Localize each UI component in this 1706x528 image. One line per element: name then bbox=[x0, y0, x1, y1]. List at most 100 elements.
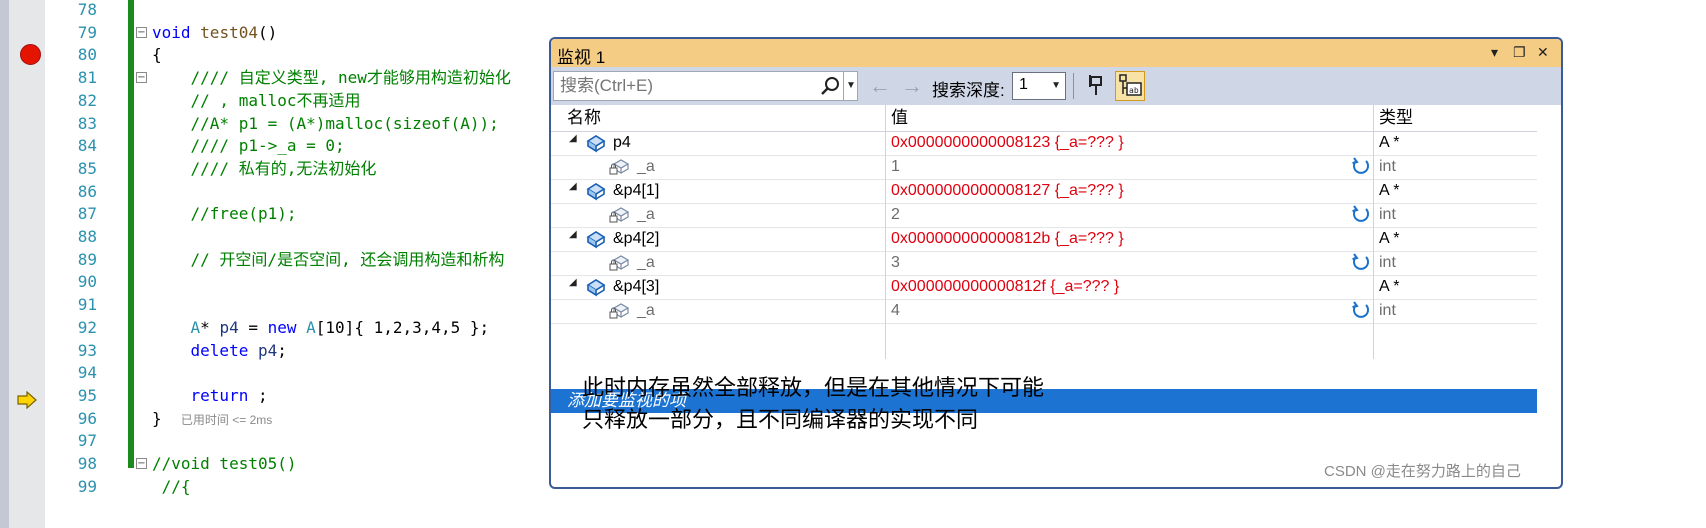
chevron-down-icon: ▼ bbox=[1051, 80, 1061, 91]
watch-name: &p4[1] bbox=[613, 182, 660, 199]
code-token: test04 bbox=[200, 22, 258, 42]
execution-pointer-icon bbox=[17, 391, 37, 409]
watch-type: int bbox=[1379, 302, 1396, 319]
code-text: return ; bbox=[152, 384, 268, 408]
line-number: 90 bbox=[77, 272, 97, 292]
refresh-icon[interactable] bbox=[1351, 253, 1371, 273]
watch-row[interactable]: ◢ p4 0x0000000000008123 {_a=??? } A * bbox=[551, 131, 1537, 156]
code-token: () bbox=[257, 22, 278, 42]
code-token: return bbox=[152, 385, 258, 405]
private-field-icon bbox=[609, 301, 631, 321]
line-number: 82 bbox=[77, 90, 97, 110]
line-number: 97 bbox=[77, 431, 97, 451]
watch-value[interactable]: 1 bbox=[891, 155, 900, 179]
line-number: 81 bbox=[77, 68, 97, 88]
line-number: 94 bbox=[77, 363, 97, 383]
expand-arrow-icon[interactable]: ◢ bbox=[569, 181, 577, 192]
column-divider[interactable] bbox=[1373, 105, 1374, 359]
watch-type: A * bbox=[1379, 230, 1400, 247]
watch-value[interactable]: 4 bbox=[891, 299, 900, 323]
code-text: // 开空间/是否空间, 还会调用构造和析构 bbox=[152, 248, 505, 272]
watch-value[interactable]: 0x0000000000008127 {_a=??? } bbox=[891, 179, 1124, 203]
column-divider[interactable] bbox=[885, 105, 886, 359]
line-number: 96 bbox=[77, 408, 97, 428]
pin-icon[interactable] bbox=[1085, 73, 1107, 99]
glyph-margin[interactable] bbox=[9, 0, 45, 528]
search-dropdown-icon[interactable]: ▼ bbox=[843, 72, 858, 100]
fold-toggle-icon[interactable]: − bbox=[136, 72, 147, 84]
watch-title-bar[interactable]: 监视 1 ▾ ❐ ✕ bbox=[551, 39, 1561, 67]
refresh-icon[interactable] bbox=[1351, 301, 1371, 321]
object-icon bbox=[585, 181, 607, 201]
watch-value[interactable]: 0x000000000000812f {_a=??? } bbox=[891, 275, 1119, 299]
back-arrow-icon[interactable]: ← bbox=[869, 73, 891, 99]
search-depth-select[interactable]: 1 ▼ bbox=[1012, 72, 1066, 100]
code-token: //// p1->_a = 0; bbox=[152, 136, 345, 156]
line-number: 86 bbox=[77, 181, 97, 201]
maximize-icon[interactable]: ❐ bbox=[1513, 44, 1526, 61]
fold-toggle-icon[interactable]: − bbox=[136, 26, 147, 38]
watch-row[interactable]: ◢ &p4[3] 0x000000000000812f {_a=??? } A * bbox=[551, 275, 1537, 300]
code-line[interactable]: 78 bbox=[45, 0, 1705, 22]
table-header: 名称 值 类型 bbox=[551, 105, 1537, 132]
code-token: //// 私有的,无法初始化 bbox=[152, 158, 377, 178]
view-as-text-icon[interactable]: ab bbox=[1115, 71, 1145, 101]
watermark: CSDN @走在努力路上的自己 bbox=[1324, 463, 1521, 480]
toolbar-separator bbox=[1073, 73, 1074, 99]
code-token: //{ bbox=[152, 476, 191, 496]
expand-arrow-icon[interactable]: ◢ bbox=[569, 133, 577, 144]
expand-arrow-icon[interactable]: ◢ bbox=[569, 277, 577, 288]
line-number: 99 bbox=[77, 476, 97, 496]
code-token: void bbox=[152, 22, 201, 42]
search-box[interactable]: ▼ bbox=[553, 71, 858, 101]
watch-row[interactable]: _a 2 int bbox=[551, 203, 1537, 228]
watch-row[interactable]: _a 4 int bbox=[551, 299, 1537, 324]
breakpoint-icon[interactable] bbox=[20, 44, 41, 65]
line-number: 80 bbox=[77, 45, 97, 65]
note-line-2: 只释放一部分，且不同编译器的实现不同 bbox=[582, 408, 979, 433]
search-icon[interactable] bbox=[820, 76, 840, 96]
expand-arrow-icon[interactable]: ◢ bbox=[569, 229, 577, 240]
watch-row[interactable]: ◢ &p4[1] 0x0000000000008127 {_a=??? } A * bbox=[551, 179, 1537, 204]
line-number: 84 bbox=[77, 136, 97, 156]
object-icon bbox=[585, 229, 607, 249]
search-input[interactable] bbox=[558, 74, 817, 98]
line-number: 88 bbox=[77, 227, 97, 246]
refresh-icon[interactable] bbox=[1351, 205, 1371, 225]
watch-value[interactable]: 0x000000000000812b {_a=??? } bbox=[891, 227, 1124, 251]
watch-value[interactable]: 3 bbox=[891, 251, 900, 275]
forward-arrow-icon[interactable]: → bbox=[901, 73, 923, 99]
watch-value[interactable]: 0x0000000000008123 {_a=??? } bbox=[891, 131, 1124, 155]
close-icon[interactable]: ✕ bbox=[1537, 44, 1549, 61]
column-header-type[interactable]: 类型 bbox=[1379, 105, 1413, 131]
code-text: //free(p1); bbox=[152, 202, 297, 226]
code-token: //// 自定义类型, new才能够用构造初始化 bbox=[152, 68, 511, 88]
column-header-value[interactable]: 值 bbox=[891, 105, 908, 131]
code-token: A bbox=[306, 317, 316, 337]
code-token: //free(p1); bbox=[152, 204, 297, 224]
watch-name: _a bbox=[637, 254, 655, 271]
private-field-icon bbox=[609, 157, 631, 177]
watch-row[interactable]: ◢ &p4[2] 0x000000000000812b {_a=??? } A * bbox=[551, 227, 1537, 252]
watch-value[interactable]: 2 bbox=[891, 203, 900, 227]
fold-toggle-icon[interactable]: − bbox=[136, 458, 147, 469]
code-text: //// 私有的,无法初始化 bbox=[152, 157, 377, 181]
code-text: //// 自定义类型, new才能够用构造初始化 bbox=[152, 66, 511, 90]
line-number: 83 bbox=[77, 113, 97, 133]
column-header-name[interactable]: 名称 bbox=[567, 105, 601, 131]
window-menu-icon[interactable]: ▾ bbox=[1491, 44, 1498, 61]
watch-name: _a bbox=[637, 206, 655, 223]
search-depth-label: 搜索深度: bbox=[932, 81, 1005, 100]
refresh-icon[interactable] bbox=[1351, 157, 1371, 177]
code-token: { bbox=[152, 45, 162, 65]
watch-row[interactable]: _a 1 int bbox=[551, 155, 1537, 180]
code-token: p4 bbox=[257, 340, 278, 360]
line-number: 98 bbox=[77, 454, 97, 473]
line-number: 91 bbox=[77, 295, 97, 315]
code-token: new bbox=[267, 317, 307, 337]
watch-type: int bbox=[1379, 206, 1396, 223]
watch-row[interactable]: _a 3 int bbox=[551, 251, 1537, 276]
code-text: //{ bbox=[152, 475, 191, 499]
line-number: 95 bbox=[77, 385, 97, 405]
watch-name: _a bbox=[637, 158, 655, 175]
